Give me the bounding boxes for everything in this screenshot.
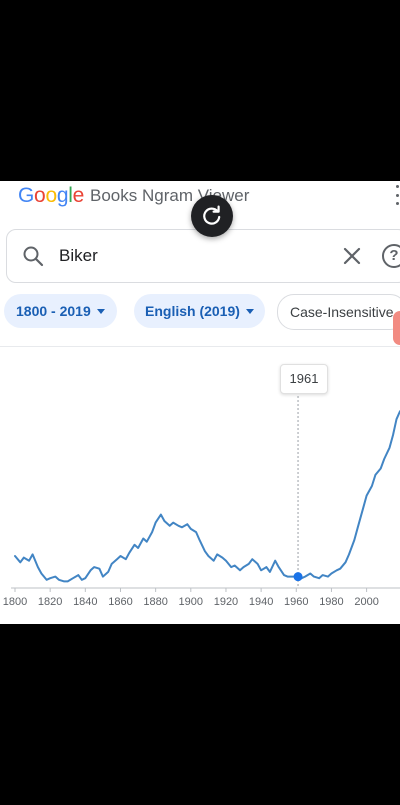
x-tick-label: 1840 [73, 596, 97, 608]
floating-scroll-handle[interactable] [393, 311, 400, 345]
x-tick-label: 2000 [354, 596, 378, 608]
chart-svg[interactable]: 1800 1820 1840 1860 1880 1900 1920 1940 1960 1980… [0, 347, 400, 624]
corpus-dropdown[interactable]: English (2019) [134, 294, 265, 328]
x-tick-label: 1900 [179, 596, 203, 608]
ngram-chart[interactable]: 1800 1820 1840 1860 1880 1900 1920 1940 1960 1980… [0, 347, 400, 624]
corpus-label: English (2019) [145, 303, 240, 319]
logo-letter: o [34, 184, 46, 207]
case-insensitive-toggle[interactable]: Case-Insensitive [277, 294, 400, 330]
year-tooltip: 1961 [280, 364, 328, 394]
x-tick-label: 1820 [38, 596, 62, 608]
x-tick-label: 1860 [108, 596, 132, 608]
logo-letter: g [56, 184, 69, 207]
logo-letter: e [72, 184, 85, 207]
search-input[interactable] [59, 242, 319, 270]
chevron-down-icon [96, 308, 105, 314]
logo-letter: o [45, 184, 57, 207]
year-range-dropdown[interactable]: 1800 - 2019 [4, 294, 117, 328]
refresh-icon [203, 205, 221, 225]
google-logo[interactable]: Google [18, 184, 84, 208]
x-tick-label: 1800 [3, 596, 27, 608]
refresh-button[interactable] [191, 195, 233, 237]
search-icon[interactable] [21, 244, 45, 268]
x-tick-label: 1960 [284, 596, 308, 608]
app-screen: Google Books Ngram Viewer ? 1800 - 2019 … [0, 181, 400, 624]
logo-letter: G [18, 184, 35, 207]
x-tick-label: 1980 [319, 596, 343, 608]
x-tick-label: 1920 [214, 596, 238, 608]
year-range-label: 1800 - 2019 [16, 303, 91, 319]
search-bar[interactable]: ? [6, 229, 400, 283]
x-tick-label: 1940 [249, 596, 273, 608]
highlight-point [293, 572, 303, 582]
series-line [14, 410, 400, 583]
help-icon[interactable]: ? [382, 244, 400, 268]
more-options-icon[interactable] [394, 185, 400, 205]
chevron-down-icon [245, 308, 254, 314]
x-tick-label: 1880 [143, 596, 167, 608]
case-label: Case-Insensitive [290, 304, 394, 320]
close-icon[interactable] [340, 244, 364, 268]
